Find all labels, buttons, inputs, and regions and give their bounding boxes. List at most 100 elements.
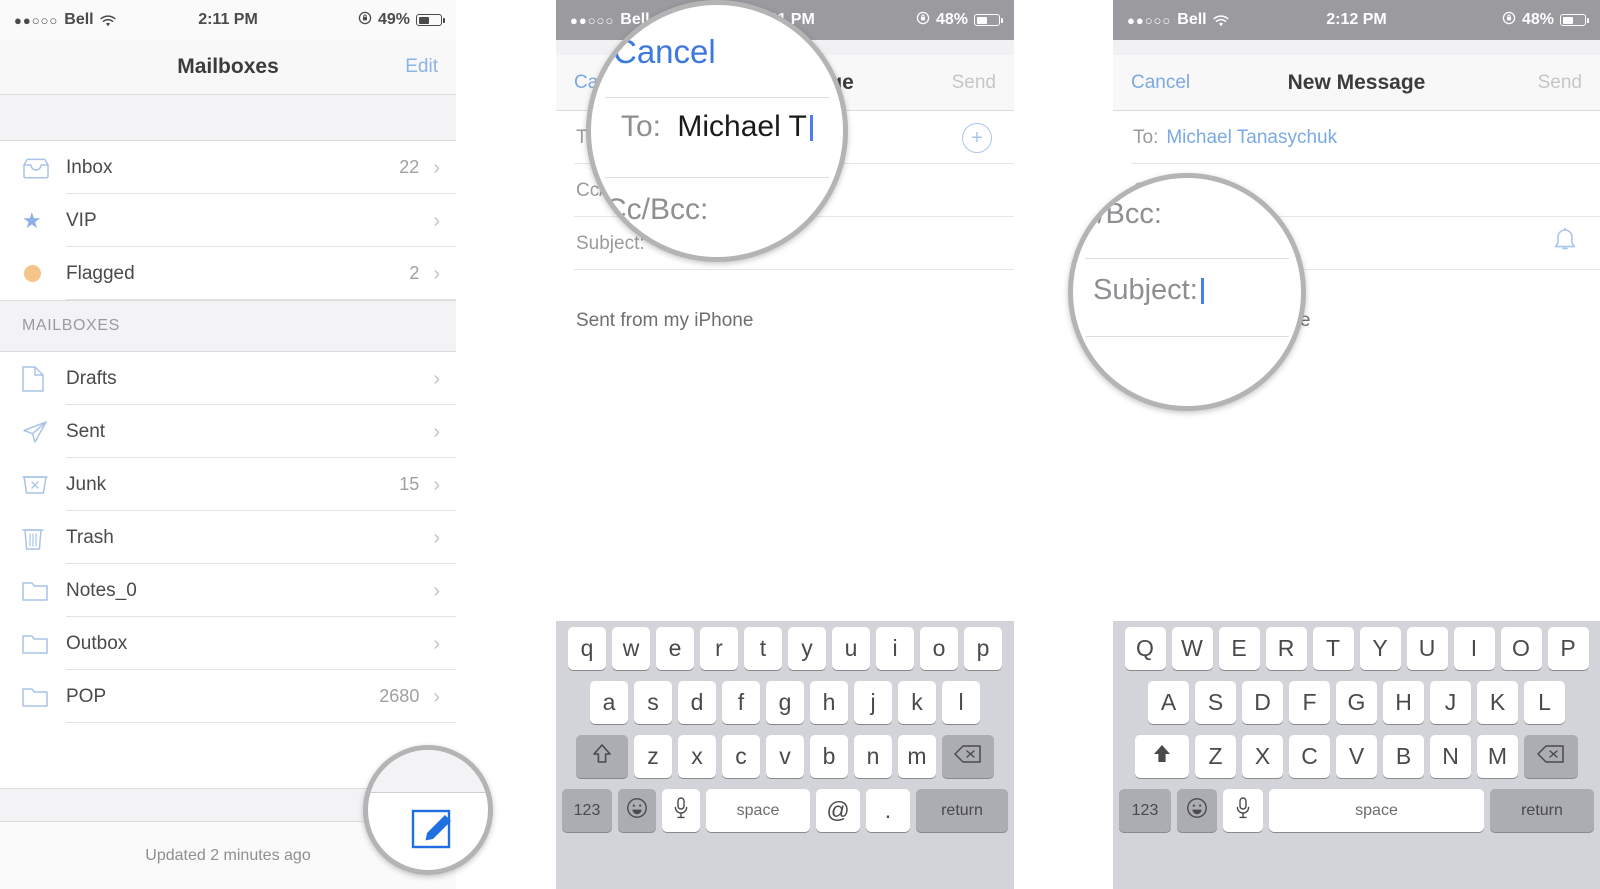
- key-l[interactable]: l: [942, 681, 980, 724]
- key-b[interactable]: b: [810, 735, 848, 778]
- dictation-key[interactable]: [1223, 789, 1263, 832]
- sidebar-item-pop[interactable]: POP 2680 ›: [0, 670, 456, 723]
- backspace-key[interactable]: [942, 735, 994, 778]
- to-field[interactable]: To: Michael Tanasychuk: [1113, 111, 1600, 164]
- return-key[interactable]: return: [916, 789, 1008, 832]
- key-z[interactable]: z: [634, 735, 672, 778]
- key-o[interactable]: o: [920, 627, 958, 670]
- magnified-subject-row[interactable]: Subject:: [1093, 274, 1204, 307]
- key-w[interactable]: w: [612, 627, 650, 670]
- text-cursor: [809, 115, 813, 141]
- key-i[interactable]: I: [1453, 627, 1495, 670]
- key-y[interactable]: Y: [1359, 627, 1401, 670]
- key-g[interactable]: G: [1336, 681, 1377, 724]
- key-m[interactable]: M: [1477, 735, 1518, 778]
- return-key[interactable]: return: [1490, 789, 1594, 832]
- key-v[interactable]: V: [1336, 735, 1377, 778]
- key-u[interactable]: u: [832, 627, 870, 670]
- send-button[interactable]: Send: [952, 72, 996, 94]
- sidebar-item-inbox[interactable]: Inbox 22 ›: [0, 141, 456, 194]
- magnified-cc-bcc-label[interactable]: c/Bcc:: [1083, 198, 1162, 231]
- key-k[interactable]: K: [1477, 681, 1518, 724]
- key-x[interactable]: X: [1242, 735, 1283, 778]
- key-c[interactable]: C: [1289, 735, 1330, 778]
- key-n[interactable]: n: [854, 735, 892, 778]
- emoji-icon: [1186, 797, 1208, 825]
- emoji-key[interactable]: [1177, 789, 1217, 832]
- key-k[interactable]: k: [898, 681, 936, 724]
- key-t[interactable]: T: [1312, 627, 1354, 670]
- key-u[interactable]: U: [1406, 627, 1448, 670]
- key-e[interactable]: E: [1218, 627, 1260, 670]
- sidebar-item-junk[interactable]: Junk 15 ›: [0, 458, 456, 511]
- numbers-key[interactable]: 123: [562, 789, 612, 832]
- add-contact-button[interactable]: +: [962, 122, 992, 153]
- key-m[interactable]: m: [898, 735, 936, 778]
- key-l[interactable]: L: [1524, 681, 1565, 724]
- magnified-cc-bcc-label[interactable]: Cc/Bcc:: [605, 193, 708, 227]
- key-r[interactable]: R: [1265, 627, 1307, 670]
- emoji-key[interactable]: [618, 789, 656, 832]
- sidebar-item-notes-0[interactable]: Notes_0 ›: [0, 564, 456, 617]
- key-v[interactable]: v: [766, 735, 804, 778]
- sidebar-item-flagged[interactable]: Flagged 2 ›: [0, 247, 456, 300]
- send-button[interactable]: Send: [1538, 72, 1582, 94]
- period-key[interactable]: .: [866, 789, 910, 832]
- sidebar-item-sent[interactable]: Sent ›: [0, 405, 456, 458]
- key-a[interactable]: a: [590, 681, 628, 724]
- key-p[interactable]: P: [1547, 627, 1589, 670]
- key-f[interactable]: f: [722, 681, 760, 724]
- sidebar-item-drafts[interactable]: Drafts ›: [0, 352, 456, 405]
- key-e[interactable]: e: [656, 627, 694, 670]
- key-n[interactable]: N: [1430, 735, 1471, 778]
- key-d[interactable]: D: [1242, 681, 1283, 724]
- rotation-lock-icon: [358, 11, 372, 30]
- magnified-to-row[interactable]: To: Michael T: [621, 110, 813, 144]
- status-time: 2:12 PM: [1326, 11, 1387, 28]
- battery-percent: 49%: [377, 11, 410, 28]
- recipient-token[interactable]: Michael Tanasychuk: [1166, 127, 1337, 149]
- key-r[interactable]: r: [700, 627, 738, 670]
- at-key[interactable]: @: [816, 789, 860, 832]
- backspace-key[interactable]: [1524, 735, 1578, 778]
- key-w[interactable]: W: [1171, 627, 1213, 670]
- key-j[interactable]: J: [1430, 681, 1471, 724]
- key-i[interactable]: i: [876, 627, 914, 670]
- cancel-button[interactable]: Cancel: [1131, 72, 1190, 94]
- key-z[interactable]: Z: [1195, 735, 1236, 778]
- key-t[interactable]: t: [744, 627, 782, 670]
- key-h[interactable]: h: [810, 681, 848, 724]
- key-o[interactable]: O: [1500, 627, 1542, 670]
- compose-icon[interactable]: [410, 802, 462, 859]
- key-d[interactable]: d: [678, 681, 716, 724]
- key-s[interactable]: s: [634, 681, 672, 724]
- key-y[interactable]: y: [788, 627, 826, 670]
- magnified-cancel-button[interactable]: Cancel: [613, 33, 716, 71]
- key-q[interactable]: Q: [1124, 627, 1166, 670]
- key-g[interactable]: g: [766, 681, 804, 724]
- key-x[interactable]: x: [678, 735, 716, 778]
- dictation-key[interactable]: [662, 789, 700, 832]
- key-j[interactable]: j: [854, 681, 892, 724]
- key-f[interactable]: F: [1289, 681, 1330, 724]
- key-b[interactable]: B: [1383, 735, 1424, 778]
- edit-button[interactable]: Edit: [405, 56, 438, 78]
- message-body[interactable]: Sent from my iPhone: [556, 270, 1014, 332]
- space-key[interactable]: space: [706, 789, 810, 832]
- sidebar-item-outbox[interactable]: Outbox ›: [0, 617, 456, 670]
- key-c[interactable]: c: [722, 735, 760, 778]
- bell-icon[interactable]: [1552, 227, 1578, 260]
- space-key[interactable]: space: [1269, 789, 1484, 832]
- sidebar-item-vip[interactable]: ★ VIP ›: [0, 194, 456, 247]
- sidebar-item-trash[interactable]: Trash ›: [0, 511, 456, 564]
- key-a[interactable]: A: [1148, 681, 1189, 724]
- mailbox-top-list: Inbox 22 › ★ VIP › Flagged 2 ›: [0, 141, 456, 300]
- key-q[interactable]: q: [568, 627, 606, 670]
- key-p[interactable]: p: [964, 627, 1002, 670]
- to-field-label: To:: [1133, 126, 1159, 148]
- numbers-key[interactable]: 123: [1119, 789, 1171, 832]
- key-s[interactable]: S: [1195, 681, 1236, 724]
- shift-key[interactable]: [1135, 735, 1189, 778]
- shift-key[interactable]: [576, 735, 628, 778]
- key-h[interactable]: H: [1383, 681, 1424, 724]
